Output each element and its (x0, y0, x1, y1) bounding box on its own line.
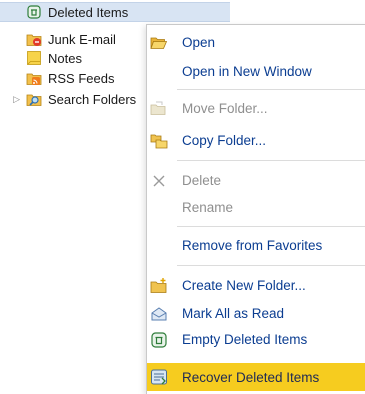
menu-item-label: Recover Deleted Items (182, 369, 320, 385)
context-menu: Open Open in New Window Move Folder... C… (146, 24, 365, 394)
expand-triangle-icon[interactable]: ▷ (0, 94, 20, 105)
menu-item-move-folder[interactable]: Move Folder... (147, 96, 365, 121)
menu-separator (177, 160, 365, 161)
menu-item-recover-deleted-items[interactable]: Recover Deleted Items (147, 363, 365, 391)
notes-icon (27, 51, 41, 65)
menu-item-empty-deleted-items[interactable]: Empty Deleted Items (147, 327, 365, 352)
menu-separator (177, 265, 365, 266)
tree-item-label: Notes (48, 50, 82, 66)
junk-folder-icon (26, 34, 42, 46)
menu-item-label: Create New Folder... (182, 278, 306, 293)
menu-item-open-in-new-window[interactable]: Open in New Window (147, 59, 365, 84)
tree-item-label: Search Folders (48, 91, 137, 107)
rss-folder-icon (26, 73, 42, 85)
menu-item-mark-all-as-read[interactable]: Mark All as Read (147, 301, 365, 326)
menu-item-delete[interactable]: Delete (147, 168, 365, 193)
tree-item-deleted-items[interactable]: Deleted Items (0, 2, 230, 22)
tree-item-label: Junk E-mail (48, 31, 116, 47)
trash-can-icon (151, 332, 167, 348)
menu-separator (177, 89, 365, 90)
menu-separator (177, 226, 365, 227)
menu-item-label: Move Folder... (182, 101, 268, 116)
copy-folder-icon (150, 134, 168, 149)
new-folder-icon (150, 278, 167, 293)
tree-item-label: RSS Feeds (48, 70, 115, 86)
tree-item-label: Deleted Items (48, 4, 129, 20)
menu-item-create-new-folder[interactable]: Create New Folder... (147, 273, 365, 298)
menu-item-copy-folder[interactable]: Copy Folder... (147, 128, 365, 153)
menu-item-rename[interactable]: Rename (147, 195, 365, 220)
menu-item-label: Mark All as Read (182, 306, 285, 321)
menu-item-label: Empty Deleted Items (182, 332, 308, 347)
move-folder-icon (150, 101, 166, 115)
menu-item-label: Delete (182, 173, 222, 188)
mark-read-envelope-icon (151, 307, 167, 321)
menu-item-remove-from-favorites[interactable]: Remove from Favorites (147, 233, 365, 258)
menu-item-label: Remove from Favorites (182, 238, 323, 253)
menu-item-label: Copy Folder... (182, 133, 267, 148)
delete-x-icon (153, 175, 165, 187)
menu-item-label: Open (182, 35, 216, 50)
search-folder-icon (26, 94, 42, 106)
menu-item-open[interactable]: Open (147, 30, 365, 55)
menu-item-label: Rename (182, 200, 234, 215)
menu-item-label: Open in New Window (182, 64, 312, 79)
trash-can-icon (27, 5, 41, 19)
open-folder-icon (150, 37, 168, 49)
recover-items-icon (151, 369, 167, 385)
